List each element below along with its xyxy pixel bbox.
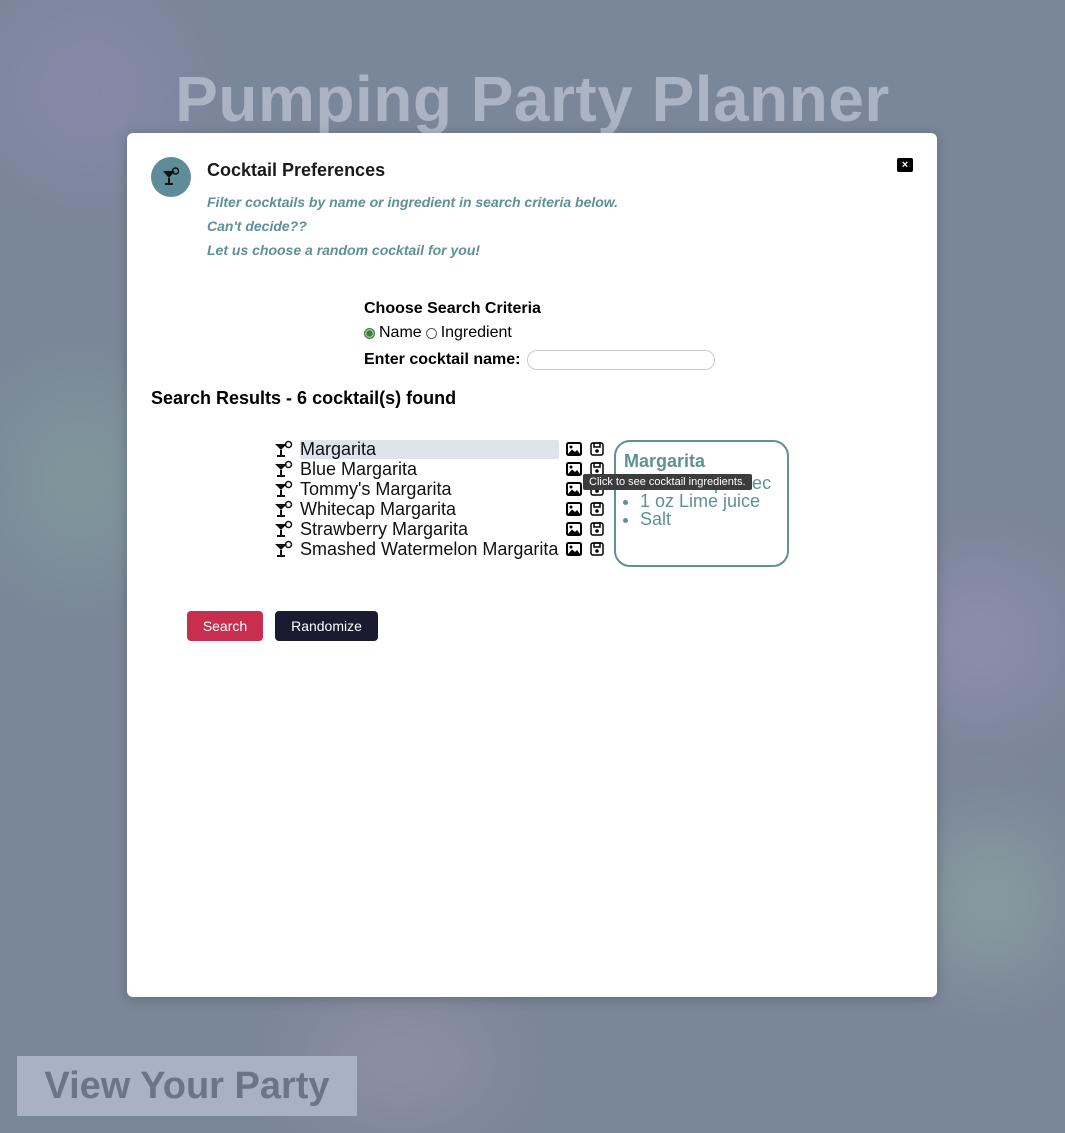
cocktail-name-link[interactable]: Smashed Watermelon Margarita xyxy=(300,539,559,559)
cocktail-name-input[interactable] xyxy=(526,350,715,370)
cocktail-glass-icon xyxy=(274,440,294,458)
cocktail-name-label: Enter cocktail name: xyxy=(364,351,521,368)
search-button[interactable]: Search xyxy=(187,611,263,641)
criteria-title: Choose Search Criteria xyxy=(364,300,541,317)
save-icon[interactable] xyxy=(589,501,605,517)
page-title: Pumping Party Planner xyxy=(175,63,890,135)
image-icon[interactable] xyxy=(566,501,582,517)
cocktail-glass-icon xyxy=(274,460,294,478)
cocktail-name-link[interactable]: Whitecap Margarita xyxy=(300,499,559,519)
save-icon[interactable] xyxy=(589,441,605,457)
name-radio[interactable] xyxy=(364,327,375,339)
ingredient-radio[interactable] xyxy=(425,327,437,339)
ingredient-item: Salt xyxy=(640,510,787,528)
ingredient-radio-label[interactable]: Ingredient xyxy=(441,324,512,342)
cocktail-glass-icon xyxy=(274,500,294,518)
ingredients-card: Margarita 1/2 oz Triple sec 1 oz Lime ju… xyxy=(614,440,789,567)
cocktail-glass-icon xyxy=(151,157,191,197)
tooltip: Click to see cocktail ingredients. xyxy=(583,474,752,490)
cocktail-preferences-modal: Cocktail Preferences × Filter cocktails … xyxy=(127,133,937,997)
background-blob xyxy=(920,820,1060,980)
image-icon[interactable] xyxy=(566,461,582,477)
results-title: Search Results - 6 cocktail(s) found xyxy=(151,388,457,408)
list-item: Tommy's Margarita xyxy=(274,479,605,499)
name-search-row: Enter cocktail name: xyxy=(364,350,715,370)
image-icon[interactable] xyxy=(566,481,582,497)
cocktail-name-link[interactable]: Margarita xyxy=(300,439,559,459)
intro-line: Let us choose a random cocktail for you! xyxy=(207,242,481,258)
cocktail-glass-icon xyxy=(274,480,294,498)
cocktail-glass-icon xyxy=(274,540,294,558)
intro-line: Can't decide?? xyxy=(207,218,307,234)
save-icon[interactable] xyxy=(589,541,605,557)
ingredients-card-title: Margarita xyxy=(624,451,706,471)
cocktail-name-link[interactable]: Strawberry Margarita xyxy=(300,519,559,539)
intro-text: Filter cocktails by name or ingredient i… xyxy=(207,193,618,265)
search-criteria: Choose Search Criteria Name Ingredient E… xyxy=(364,300,715,370)
list-item: Smashed Watermelon Margarita xyxy=(274,539,605,559)
results-list: Margarita Blue Margarita Tommy's Margari… xyxy=(274,439,605,559)
cocktail-name-link[interactable]: Blue Margarita xyxy=(300,459,559,479)
criteria-options: Name Ingredient xyxy=(364,324,715,342)
image-icon[interactable] xyxy=(566,541,582,557)
list-item: Blue Margarita xyxy=(274,459,605,479)
image-icon[interactable] xyxy=(566,521,582,537)
image-icon[interactable] xyxy=(566,441,582,457)
view-party-button[interactable]: View Your Party xyxy=(17,1056,357,1116)
name-radio-label[interactable]: Name xyxy=(379,324,422,342)
list-item: Margarita xyxy=(274,439,605,459)
intro-line: Filter cocktails by name or ingredient i… xyxy=(207,194,619,210)
list-item: Strawberry Margarita xyxy=(274,519,605,539)
cocktail-name-link[interactable]: Tommy's Margarita xyxy=(300,479,559,499)
close-button[interactable]: × xyxy=(897,158,913,172)
modal-title: Cocktail Preferences xyxy=(207,160,386,180)
save-icon[interactable] xyxy=(589,521,605,537)
randomize-button[interactable]: Randomize xyxy=(275,611,378,641)
list-item: Whitecap Margarita xyxy=(274,499,605,519)
cocktail-glass-icon xyxy=(274,520,294,538)
ingredient-item: 1 oz Lime juice xyxy=(640,492,787,510)
